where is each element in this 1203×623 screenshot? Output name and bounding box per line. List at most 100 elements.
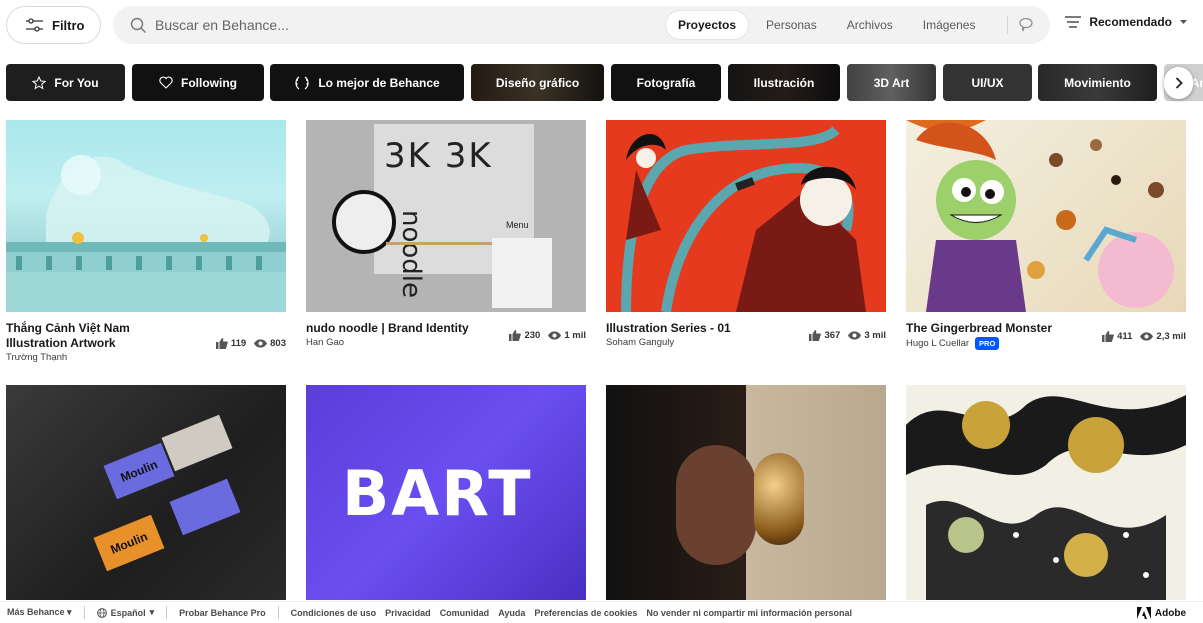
project-title[interactable]: The Gingerbread Monster (906, 321, 1076, 336)
category-ui-ux[interactable]: UI/UX (943, 64, 1032, 101)
footer-divider (277, 606, 279, 619)
top-bar: Filtro Proyectos Personas Archivos Imáge… (6, 6, 1195, 46)
sort-lines-icon (1065, 16, 1082, 28)
speech-bubble-icon[interactable] (1018, 17, 1034, 33)
portrait-face (676, 445, 756, 565)
category-label: Movimiento (1064, 75, 1131, 90)
project-card[interactable]: Illustration Series - 01 Soham Ganguly 3… (606, 120, 886, 348)
adobe-label: Adobe (1154, 607, 1186, 619)
category-3d-art[interactable]: 3D Art (847, 64, 936, 101)
owner-name[interactable]: Han Gao (306, 337, 344, 348)
project-title[interactable]: Illustration Series - 01 (606, 321, 776, 336)
privacy-link[interactable]: Privacidad (385, 608, 431, 618)
project-owner[interactable]: Soham Ganguly (606, 337, 776, 348)
project-title[interactable]: Thắng Cảnh Việt Nam Illustration Artwork (6, 321, 176, 351)
language-label: Español (110, 607, 146, 618)
owner-name[interactable]: Trường Thạnh (6, 352, 67, 363)
category-motion[interactable]: Movimiento (1038, 64, 1157, 101)
project-card[interactable]: BART (306, 385, 586, 600)
community-link[interactable]: Comunidad (440, 608, 490, 618)
project-title[interactable]: nudo noodle | Brand Identity (306, 321, 476, 336)
moulin-card-grey (161, 414, 233, 472)
eye-icon (548, 331, 562, 340)
filter-button[interactable]: Filtro (6, 6, 101, 44)
project-meta: Thắng Cảnh Việt Nam Illustration Artwork… (6, 321, 286, 363)
sliders-icon (26, 17, 43, 32)
category-best-of-behance[interactable]: Lo mejor de Behance (270, 64, 464, 101)
category-label: Following (181, 75, 237, 90)
globe-icon (96, 607, 107, 618)
views-stat: 2,3 mil (1140, 331, 1186, 342)
noodle-menu-tag: Menu (506, 220, 529, 230)
thumbs-up-icon (509, 330, 522, 341)
project-thumbnail[interactable] (906, 120, 1186, 312)
project-thumbnail[interactable] (6, 120, 286, 312)
project-meta: nudo noodle | Brand Identity Han Gao 230… (306, 321, 586, 348)
cookie-preferences-link[interactable]: Preferencias de cookies (534, 608, 637, 618)
adobe-logo[interactable]: Adobe (1136, 607, 1186, 619)
sort-dropdown[interactable]: Recomendado (1065, 15, 1187, 29)
search-icon (130, 17, 146, 33)
terms-link[interactable]: Condiciones de uso (291, 608, 377, 618)
category-label: 3D Art (873, 75, 910, 90)
project-thumbnail[interactable] (606, 385, 886, 600)
category-label: Fotografía (636, 75, 696, 90)
category-illustration[interactable]: Ilustración (728, 64, 840, 101)
noodle-paper (492, 238, 552, 308)
likes-stat: 411 (1102, 331, 1132, 342)
tab-imagenes[interactable]: Imágenes (911, 11, 988, 39)
category-photography[interactable]: Fotografía (611, 64, 721, 101)
owner-name[interactable]: Soham Ganguly (606, 337, 674, 348)
views-count: 1 mil (564, 330, 586, 341)
project-thumbnail[interactable]: BART (306, 385, 586, 600)
project-stats: 411 2,3 mil (1102, 323, 1186, 350)
project-card[interactable]: The Gingerbread Monster Hugo L Cuellar PR… (906, 120, 1186, 350)
project-card[interactable] (906, 385, 1186, 600)
sort-label: Recomendado (1089, 15, 1172, 29)
project-card[interactable] (606, 385, 886, 600)
project-thumbnail[interactable] (606, 120, 886, 312)
category-carousel: For You Following Lo mejor de Behance Di… (6, 64, 1203, 102)
likes-count: 230 (524, 330, 541, 341)
footer-divider (83, 606, 85, 619)
likes-stat: 119 (215, 337, 246, 349)
do-not-sell-link[interactable]: No vender ni compartir mi información pe… (646, 608, 852, 618)
project-owner[interactable]: Trường Thạnh (6, 352, 176, 363)
owner-name[interactable]: Hugo L Cuellar (906, 338, 969, 349)
footer-divider (166, 606, 168, 619)
project-thumbnail[interactable]: Moulin Moulin (6, 385, 286, 600)
search-type-tabs: Proyectos Personas Archivos Imágenes (666, 11, 1034, 39)
chevron-right-icon (1175, 77, 1183, 89)
views-count: 3 mil (864, 330, 886, 341)
tab-proyectos[interactable]: Proyectos (666, 11, 749, 39)
more-behance-link[interactable]: Más Behance ▾ (7, 607, 72, 618)
project-card[interactable]: Thắng Cảnh Việt Nam Illustration Artwork… (6, 120, 286, 363)
project-thumbnail[interactable]: 3K 3K noodle Menu (306, 120, 586, 312)
carousel-next-button[interactable] (1164, 67, 1193, 99)
category-label: Diseño gráfico (495, 75, 580, 90)
search-input[interactable] (155, 17, 535, 33)
eye-icon (848, 331, 862, 340)
project-owner[interactable]: Hugo L Cuellar PRO (906, 337, 1076, 350)
views-stat: 803 (254, 338, 286, 349)
category-graphic-design[interactable]: Diseño gráfico (471, 64, 604, 101)
likes-stat: 230 (509, 330, 540, 341)
try-pro-link[interactable]: Probar Behance Pro (179, 608, 266, 618)
category-for-you[interactable]: For You (6, 64, 125, 101)
project-stats: 230 1 mil (509, 323, 586, 348)
tab-personas[interactable]: Personas (754, 11, 829, 39)
thumbs-up-icon (809, 330, 822, 341)
project-card[interactable]: Moulin Moulin (6, 385, 286, 600)
eye-icon (1140, 332, 1154, 341)
tab-archivos[interactable]: Archivos (835, 11, 905, 39)
thumbs-up-icon (215, 337, 228, 349)
category-following[interactable]: Following (132, 64, 264, 101)
help-link[interactable]: Ayuda (498, 608, 525, 618)
search-bar: Proyectos Personas Archivos Imágenes (113, 6, 1050, 44)
moulin-card-purple: Moulin (103, 442, 175, 500)
project-thumbnail[interactable] (906, 385, 1186, 600)
project-card[interactable]: 3K 3K noodle Menu nudo noodle | Brand Id… (306, 120, 586, 348)
project-owner[interactable]: Han Gao (306, 337, 476, 348)
language-selector[interactable]: Español ▾ (96, 607, 154, 618)
more-behance-label: Más Behance (7, 607, 65, 617)
